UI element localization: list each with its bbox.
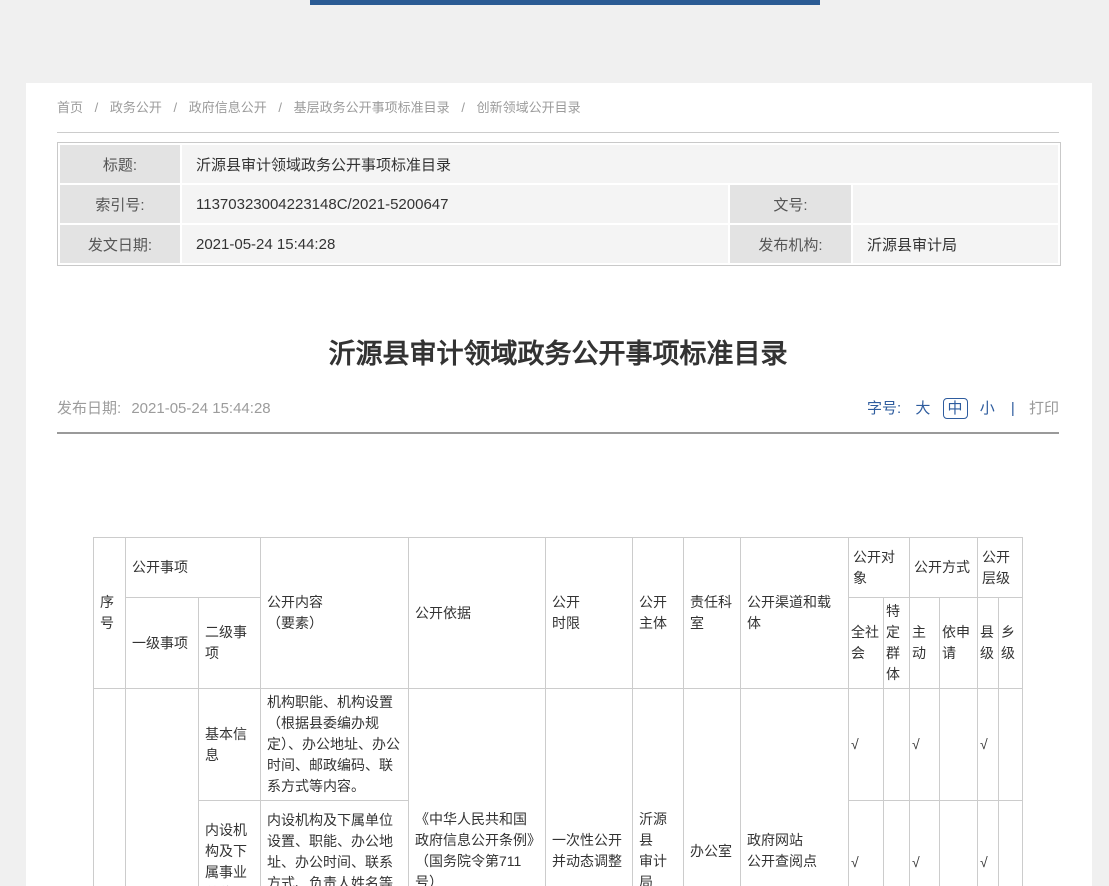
- font-size-label: 字号:: [867, 400, 901, 417]
- meta-title-label: 标题:: [60, 145, 180, 183]
- breadcrumb-separator: /: [95, 100, 99, 115]
- cell-dept: 办公室: [684, 689, 741, 886]
- cell-subject: 沂源县 审计局: [633, 689, 684, 886]
- catalog-table: 序号 公开事项 公开内容 （要素） 公开依据 公开 时限 公开 主体 责任科室 …: [93, 537, 1023, 886]
- meta-index-value: 11370323004223148C/2021-5200647: [182, 185, 728, 223]
- cell-seq: [94, 689, 126, 886]
- font-size-medium-button[interactable]: 中: [943, 398, 968, 419]
- publish-date: 发布日期: 2021-05-24 15:44:28: [57, 398, 271, 419]
- check-cell-specific-group: [884, 689, 910, 801]
- col-header-channel: 公开渠道和载体: [741, 538, 849, 689]
- cell-limit: 一次性公开 并动态调整: [546, 689, 633, 886]
- catalog-header-row-1: 序号 公开事项 公开内容 （要素） 公开依据 公开 时限 公开 主体 责任科室 …: [94, 538, 1023, 598]
- col-header-content: 公开内容 （要素）: [261, 538, 409, 689]
- col-header-subject: 公开 主体: [633, 538, 684, 689]
- font-size-large-button[interactable]: 大: [915, 400, 930, 417]
- col-header-all-society: 全社会: [849, 598, 884, 689]
- meta-docno-label: 文号:: [730, 185, 851, 223]
- check-cell-specific-group: [884, 801, 910, 886]
- page: 首页 / 政务公开 / 政府信息公开 / 基层政务公开事项标准目录 / 创新领域…: [0, 0, 1109, 886]
- col-header-dept: 责任科室: [684, 538, 741, 689]
- meta-issuedate-value: 2021-05-24 15:44:28: [182, 225, 728, 263]
- top-nav-bar-remnant: [310, 0, 820, 5]
- col-header-target: 公开对象: [849, 538, 910, 598]
- breadcrumb-item-innovation[interactable]: 创新领域公开目录: [477, 100, 581, 115]
- check-cell-proactive: √: [910, 689, 940, 801]
- breadcrumb-separator: /: [461, 100, 465, 115]
- breadcrumb-separator: /: [278, 100, 282, 115]
- col-header-seq: 序号: [94, 538, 126, 689]
- meta-docno-value: [853, 185, 1058, 223]
- col-header-level1: 一级事项: [126, 598, 199, 689]
- font-size-controls: 字号: 大 中 小 | 打印: [867, 398, 1059, 419]
- col-header-item: 公开事项: [126, 538, 261, 598]
- col-header-by-request: 依申请: [940, 598, 978, 689]
- print-button[interactable]: 打印: [1029, 400, 1059, 417]
- cell-content: 内设机构及下属单位设置、职能、办公地址、办公时间、联系方式、负责人姓名等信息。: [261, 801, 409, 886]
- check-cell-all-society: √: [849, 801, 884, 886]
- cell-level2: 内设机构及下属事业单位: [199, 801, 261, 886]
- col-header-township: 乡级: [999, 598, 1023, 689]
- col-header-basis: 公开依据: [409, 538, 546, 689]
- meta-row-title: 标题: 沂源县审计领域政务公开事项标准目录: [60, 145, 1058, 183]
- breadcrumb-item-home[interactable]: 首页: [57, 100, 83, 115]
- check-cell-county: √: [978, 689, 999, 801]
- col-header-limit: 公开 时限: [546, 538, 633, 689]
- cell-level1: [126, 689, 199, 886]
- meta-issuer-label: 发布机构:: [730, 225, 851, 263]
- article-toolbar: 发布日期: 2021-05-24 15:44:28 字号: 大 中 小 | 打印: [57, 398, 1059, 419]
- page-title: 沂源县审计领域政务公开事项标准目录: [57, 336, 1059, 372]
- check-cell-by-request: [940, 801, 978, 886]
- cell-content: 机构职能、机构设置（根据县委编办规定）、办公地址、办公时间、邮政编码、联系方式等…: [261, 689, 409, 801]
- col-header-proactive: 主动: [910, 598, 940, 689]
- breadcrumb: 首页 / 政务公开 / 政府信息公开 / 基层政务公开事项标准目录 / 创新领域…: [57, 83, 1059, 133]
- catalog-row-basic-info: 基本信息 机构职能、机构设置（根据县委编办规定）、办公地址、办公时间、邮政编码、…: [94, 689, 1023, 801]
- publish-date-label: 发布日期:: [57, 400, 121, 417]
- col-header-level2: 二级事项: [199, 598, 261, 689]
- document-meta-table: 标题: 沂源县审计领域政务公开事项标准目录 索引号: 1137032300422…: [57, 142, 1061, 266]
- col-header-specific-group: 特定群体: [884, 598, 910, 689]
- breadcrumb-item-govaffairs[interactable]: 政务公开: [110, 100, 162, 115]
- breadcrumb-separator: /: [174, 100, 178, 115]
- meta-issuedate-label: 发文日期:: [60, 225, 180, 263]
- check-cell-all-society: √: [849, 689, 884, 801]
- check-cell-township: [999, 801, 1023, 886]
- font-size-small-button[interactable]: 小: [980, 400, 995, 417]
- col-header-county: 县级: [978, 598, 999, 689]
- content-card: 首页 / 政务公开 / 政府信息公开 / 基层政务公开事项标准目录 / 创新领域…: [26, 83, 1092, 886]
- breadcrumb-item-govinfo[interactable]: 政府信息公开: [189, 100, 267, 115]
- cell-basis: 《中华人民共和国政府信息公开条例》（国务院令第711号）: [409, 689, 546, 886]
- cell-level2: 基本信息: [199, 689, 261, 801]
- col-header-level: 公开层级: [978, 538, 1023, 598]
- check-cell-township: [999, 689, 1023, 801]
- col-header-method: 公开方式: [910, 538, 978, 598]
- check-cell-by-request: [940, 689, 978, 801]
- meta-issuer-value: 沂源县审计局: [853, 225, 1058, 263]
- publish-date-value: 2021-05-24 15:44:28: [131, 400, 270, 417]
- breadcrumb-item-catalog[interactable]: 基层政务公开事项标准目录: [294, 100, 450, 115]
- meta-title-value: 沂源县审计领域政务公开事项标准目录: [182, 145, 1058, 183]
- content-divider: [57, 432, 1059, 434]
- check-cell-county: √: [978, 801, 999, 886]
- meta-row-index: 索引号: 11370323004223148C/2021-5200647 文号:: [60, 185, 1058, 223]
- toolbar-separator: |: [1011, 400, 1015, 417]
- cell-channel: 政府网站 公开查阅点: [741, 689, 849, 886]
- check-cell-proactive: √: [910, 801, 940, 886]
- meta-index-label: 索引号:: [60, 185, 180, 223]
- meta-row-date: 发文日期: 2021-05-24 15:44:28 发布机构: 沂源县审计局: [60, 225, 1058, 263]
